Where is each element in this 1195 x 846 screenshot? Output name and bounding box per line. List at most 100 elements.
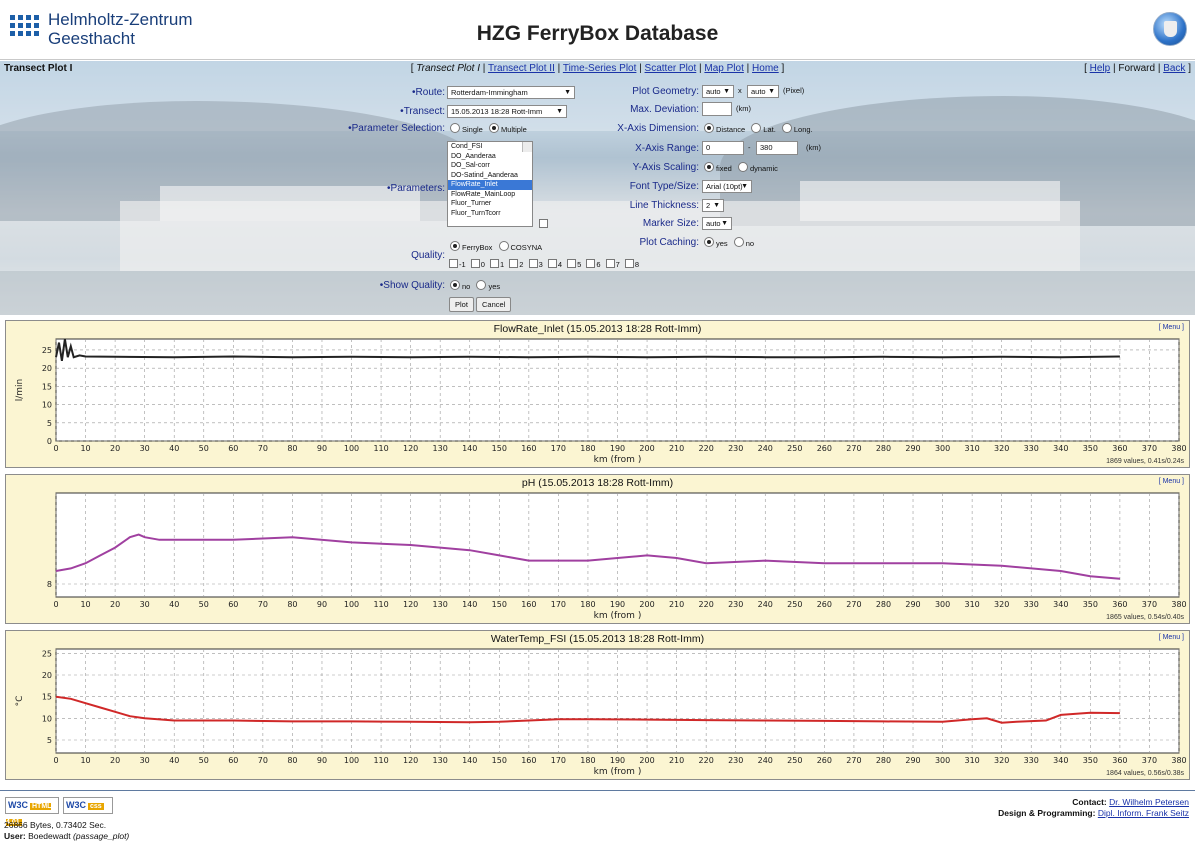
y-axis-label: °C [15,696,25,707]
x-range-to-input[interactable]: 380 [756,141,798,155]
list-item[interactable]: DO_Aanderaa [448,152,532,162]
radio-dynamic[interactable] [737,162,748,172]
x-tick-label: 270 [846,600,861,609]
radio-multiple[interactable] [488,123,499,133]
plot-menu-link[interactable]: [ Menu ] [1159,634,1184,641]
route-select[interactable]: Rotterdam-Immingham ▼ [447,86,575,99]
x-tick-label: 260 [817,756,832,765]
parameters-listbox[interactable]: Cond_FSI DO_Aanderaa DO_Sal-corr DO-Sati… [447,141,533,227]
x-tick-label: 160 [521,444,536,453]
plot-type-nav: [ Transect Plot I | Transect Plot II | T… [410,63,785,74]
quality-checkbox[interactable] [490,259,500,268]
x-tick-label: 260 [817,600,832,609]
ferrybox-app-icon[interactable] [1153,12,1187,46]
page-footer: W3C HTML 4.01 W3C css 26866 Bytes, 0.73402… [0,790,1195,846]
back-link[interactable]: Back [1163,63,1185,74]
line-thickness-label: Line Thickness: [629,200,699,211]
design-link[interactable]: Dipl. Inform. Frank Seitz [1098,808,1189,818]
w3c-html-badge[interactable]: W3C HTML 4.01 [5,797,59,826]
help-link[interactable]: Help [1090,63,1111,74]
nav-link-scatter-plot[interactable]: Scatter Plot [645,63,697,74]
y-axis-scaling-label: Y-Axis Scaling: [632,162,699,173]
quality-checkbox[interactable] [567,259,577,268]
quality-checkbox[interactable] [449,259,458,268]
x-tick-label: 0 [53,444,58,453]
y-tick-label: 5 [47,419,52,428]
x-tick-label: 100 [344,444,359,453]
radio-fixed[interactable] [704,162,714,172]
plot-menu-link[interactable]: [ Menu ] [1159,478,1184,485]
radio-caching-yes[interactable] [704,237,714,247]
nav-link-time-series-plot[interactable]: Time-Series Plot [563,63,637,74]
list-item[interactable]: Fluor_TurnTcorr [448,209,532,219]
x-tick-label: 320 [994,444,1009,453]
credits: Contact: Dr. Wilhelm Petersen Design & P… [998,797,1189,818]
nav-link-map-plot[interactable]: Map Plot [704,63,743,74]
source-radios: FerryBox COSYNA [446,241,542,252]
x-tick-label: 320 [994,756,1009,765]
list-item[interactable]: Cond_FSI [448,142,532,152]
list-item[interactable]: Fluor_Turner [448,199,532,209]
flowrate-chart: 0 10 20 30 40 50 60 70 80 90 100 110 120 130 140 150 160… [15,338,1187,465]
radio-lat[interactable] [751,123,762,133]
param-selection-label: •Parameter Selection: [348,123,445,134]
listbox-scrollbar[interactable] [522,142,532,152]
radio-single[interactable] [450,123,460,133]
geometry-height-select[interactable]: auto ▼ [747,85,779,98]
marker-size-select[interactable]: auto ▼ [702,217,732,230]
max-deviation-input[interactable] [702,102,732,116]
radio-ferrybox[interactable] [450,241,460,251]
radio-show-quality-no[interactable] [450,280,460,290]
x-tick-label: 370 [1142,756,1157,765]
nav-link-transect-plot-2[interactable]: Transect Plot II [488,63,555,74]
quality-checkbox[interactable] [528,259,538,268]
x-tick-label: 180 [580,756,595,765]
quality-checkbox[interactable] [509,259,519,268]
x-tick-label: 110 [373,756,388,765]
line-thickness-select[interactable]: 2 ▼ [702,199,724,212]
y-tick-label: 25 [42,649,52,658]
multi-param-checkbox[interactable] [539,219,548,228]
radio-long[interactable] [781,123,792,133]
quality-checkbox[interactable] [586,259,596,268]
x-tick-label: 110 [373,600,388,609]
quality-checkbox[interactable] [547,259,557,268]
quality-checkbox[interactable] [605,259,615,268]
geometry-x: x [738,86,742,95]
x-tick-label: 310 [964,444,979,453]
transect-select[interactable]: 15.05.2013 18:28 Rott-Imm ▼ [447,105,567,118]
x-tick-label: 230 [728,444,743,453]
cancel-button[interactable]: Cancel [476,297,512,312]
plot-button[interactable]: Plot [449,297,474,312]
x-range-unit: (km) [806,143,821,152]
contact-link[interactable]: Dr. Wilhelm Petersen [1109,797,1189,807]
x-tick-label: 60 [228,444,238,453]
y-tick-label: 25 [42,346,52,355]
radio-caching-no[interactable] [733,237,744,247]
x-tick-label: 200 [639,756,654,765]
user-info: User: Boedewadt (passage_plot) [4,831,130,841]
radio-cosyna[interactable] [498,241,509,251]
x-range-from-input[interactable]: 0 [702,141,744,155]
list-item[interactable]: FlowRate_MainLoop [448,190,532,200]
x-range-separator: - [748,143,751,152]
plot-title: pH (15.05.2013 18:28 Rott-Imm) [521,477,674,489]
x-tick-label: 40 [169,600,179,609]
radio-show-quality-yes[interactable] [476,280,487,290]
transect-label: •Transect: [400,106,445,117]
quality-checkbox[interactable] [470,259,480,268]
font-select[interactable]: Arial (10pt) ▼ [702,180,752,193]
w3c-css-badge[interactable]: W3C css [63,797,113,814]
list-item[interactable]: DO-Satind_Aanderaa [448,171,532,181]
quality-checkbox[interactable] [624,259,634,268]
x-tick-label: 280 [876,756,891,765]
list-item[interactable]: DO_Sal-corr [448,161,532,171]
list-item-selected[interactable]: FlowRate_Inlet [448,180,532,190]
geometry-width-select[interactable]: auto ▼ [702,85,734,98]
x-tick-label: 270 [846,756,861,765]
x-tick-label: 240 [758,600,773,609]
plot-menu-link[interactable]: [ Menu ] [1159,324,1184,331]
plot-panel-flowrate: 0 10 20 30 40 50 60 70 80 90 100 110 120 130 140 150 160… [5,320,1190,468]
radio-distance[interactable] [704,123,714,133]
nav-link-home[interactable]: Home [752,63,779,74]
